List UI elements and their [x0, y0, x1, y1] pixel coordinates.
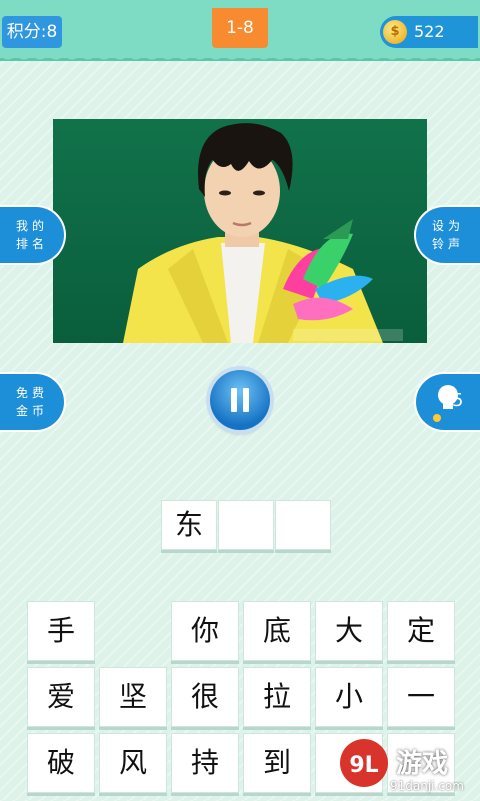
letter-key[interactable]: 小: [315, 667, 383, 727]
letter-key[interactable]: 定: [387, 601, 455, 661]
watermark-url: 91danji.com: [390, 779, 464, 793]
top-bar-edge: [0, 52, 480, 66]
letter-key[interactable]: 很: [171, 667, 239, 727]
my-rank-button[interactable]: 我的排名: [0, 205, 66, 265]
hint-button[interactable]: 5: [414, 372, 480, 432]
letter-key[interactable]: 底: [243, 601, 311, 661]
answer-slot[interactable]: [218, 500, 274, 550]
set-ringtone-label: 设为铃声: [431, 219, 464, 251]
set-ringtone-button[interactable]: 设为铃声: [414, 205, 480, 265]
question-photo: [53, 119, 427, 343]
letter-key[interactable]: 你: [171, 601, 239, 661]
free-coins-label: 免费金币: [15, 386, 48, 418]
letter-key[interactable]: 手: [27, 601, 95, 661]
pause-icon: [231, 388, 237, 412]
score-label: 积分:8: [2, 16, 62, 48]
letter-key[interactable]: 破: [27, 733, 95, 793]
pause-button[interactable]: [210, 370, 270, 430]
level-badge: 1-8: [212, 8, 268, 48]
letter-key[interactable]: 拉: [243, 667, 311, 727]
letter-key[interactable]: 大: [315, 601, 383, 661]
my-rank-label: 我的排名: [15, 219, 48, 251]
svg-text:9L: 9L: [349, 753, 378, 778]
answer-slot[interactable]: 东: [161, 500, 217, 550]
letter-key[interactable]: 一: [387, 667, 455, 727]
free-coins-button[interactable]: 免费金币: [0, 372, 66, 432]
site-watermark: 9L 游戏 91danji.com: [334, 735, 480, 797]
singer-portrait: [123, 123, 403, 343]
pause-icon: [243, 388, 249, 412]
coin-counter[interactable]: $ 522: [380, 16, 478, 48]
letter-key[interactable]: 到: [243, 733, 311, 793]
letter-key[interactable]: 持: [171, 733, 239, 793]
letter-key[interactable]: 爱: [27, 667, 95, 727]
watermark-brand: 游戏: [396, 749, 449, 779]
letter-key[interactable]: 坚: [99, 667, 167, 727]
hint-count: 5: [452, 390, 464, 411]
coin-icon: $: [383, 20, 407, 44]
coin-value: 522: [414, 22, 445, 41]
answer-slot[interactable]: [275, 500, 331, 550]
letter-key[interactable]: 风: [99, 733, 167, 793]
